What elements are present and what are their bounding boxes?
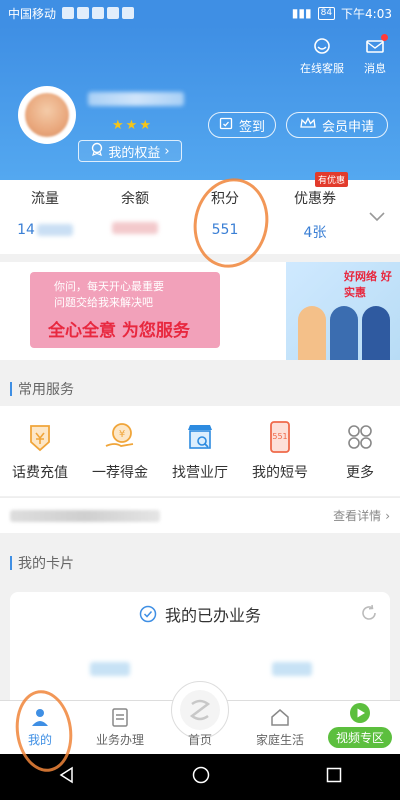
service-more[interactable]: 更多 bbox=[320, 406, 400, 496]
chevron-right-icon: › bbox=[385, 508, 390, 523]
banner-line-2: 问题交给我来解决吧 bbox=[54, 296, 153, 309]
stat-label: 优惠券 bbox=[294, 191, 336, 207]
signin-label: 签到 bbox=[238, 119, 265, 135]
online-service-label: 在线客服 bbox=[300, 62, 344, 75]
stat-value: 4张 bbox=[303, 225, 327, 241]
view-details-label: 查看详情 bbox=[333, 509, 382, 523]
stat-value: 14 bbox=[17, 222, 35, 238]
stat-coupons[interactable]: 有优惠 优惠券 4张 bbox=[270, 172, 360, 254]
service-label: 一荐得金 bbox=[92, 465, 148, 481]
value-redacted bbox=[36, 224, 73, 236]
staff-figure bbox=[330, 306, 358, 360]
chevron-right-icon: › bbox=[164, 143, 170, 159]
envelope-icon bbox=[365, 34, 388, 56]
unread-dot bbox=[381, 34, 388, 41]
service-topup[interactable]: 话费充值 bbox=[0, 406, 80, 496]
back-icon[interactable] bbox=[58, 766, 76, 788]
grid-icon bbox=[348, 425, 372, 449]
chevron-down-icon[interactable] bbox=[368, 208, 386, 227]
play-icon bbox=[350, 703, 370, 723]
member-apply-label: 会员申请 bbox=[321, 119, 374, 135]
card-title: 我的已办业务 bbox=[164, 606, 261, 625]
stat-label: 余额 bbox=[121, 191, 149, 207]
my-rights-button[interactable]: 我的权益 › bbox=[78, 140, 182, 162]
coupon-badge: 有优惠 bbox=[314, 172, 348, 187]
crown-icon bbox=[300, 117, 316, 133]
service-find-store[interactable]: 找营业厅 bbox=[160, 406, 240, 496]
tab-label: 首页 bbox=[187, 733, 212, 747]
coin-hand-icon: ¥ bbox=[105, 423, 134, 447]
staff-figure bbox=[362, 306, 390, 360]
status-bar: 中国移动 ▮▮▮ 84 下午4:03 bbox=[0, 0, 400, 26]
signal-icon: ▮▮▮ bbox=[291, 6, 312, 20]
clipboard-icon bbox=[112, 708, 128, 727]
promo-banner[interactable]: 你问，每天开心最重要 问题交给我来解决吧 全心全意 为您服务 好网络 好实惠 bbox=[0, 262, 400, 360]
service-referral[interactable]: ¥ 一荐得金 bbox=[80, 406, 160, 496]
stat-balance[interactable]: 余额 bbox=[90, 180, 180, 254]
notice-text-redacted bbox=[10, 509, 160, 522]
member-stars: ★ ★ ★ bbox=[112, 118, 151, 133]
headset-icon bbox=[312, 36, 332, 56]
card-value-redacted bbox=[90, 662, 130, 676]
member-apply-button[interactable]: 会员申请 bbox=[286, 112, 388, 138]
tab-label: 家庭生活 bbox=[255, 733, 304, 747]
tab-video[interactable]: 视频专区 bbox=[320, 701, 400, 754]
house-icon bbox=[271, 709, 289, 726]
messages-button[interactable]: 消息 bbox=[364, 34, 388, 76]
clock: 下午4:03 bbox=[341, 6, 392, 21]
banner-line-1: 你问，每天开心最重要 bbox=[54, 280, 164, 293]
store-search-icon bbox=[188, 425, 212, 449]
tab-label: 视频专区 bbox=[327, 727, 392, 748]
view-details-link[interactable]: 查看详情 › bbox=[333, 507, 390, 524]
svg-text:551: 551 bbox=[272, 432, 287, 441]
tab-home[interactable]: 首页 bbox=[160, 681, 240, 754]
banner-slogan: 全心全意 为您服务 bbox=[48, 321, 190, 341]
staff-figure bbox=[298, 306, 326, 360]
notice-row[interactable]: 查看详情 › bbox=[0, 497, 400, 533]
messages-label: 消息 bbox=[364, 62, 386, 75]
banner-logo: 好网络 好实惠 bbox=[344, 270, 392, 299]
tab-family[interactable]: 家庭生活 bbox=[240, 701, 320, 754]
service-label: 更多 bbox=[346, 465, 374, 481]
china-mobile-logo-icon bbox=[180, 690, 220, 730]
my-rights-label: 我的权益 bbox=[108, 145, 161, 161]
battery-indicator: 84 bbox=[317, 6, 336, 20]
medal-icon bbox=[90, 142, 104, 160]
service-label: 话费充值 bbox=[12, 465, 68, 481]
avatar[interactable] bbox=[18, 86, 76, 144]
tab-business[interactable]: 业务办理 bbox=[80, 701, 160, 754]
carrier-name: 中国移动 bbox=[8, 6, 57, 21]
service-label: 我的短号 bbox=[252, 465, 308, 481]
online-service-button[interactable]: 在线客服 bbox=[300, 36, 344, 76]
home-circle-icon[interactable] bbox=[192, 766, 210, 788]
signin-button[interactable]: 签到 bbox=[208, 112, 276, 138]
phone-551-icon: 551 bbox=[270, 421, 290, 453]
value-redacted bbox=[112, 222, 158, 234]
common-services-grid: 话费充值 ¥ 一荐得金 找营业厅 551 我的短号 更多 bbox=[0, 406, 400, 496]
my-cards-title: 我的卡片 bbox=[0, 548, 400, 578]
profile-header: 在线客服 消息 ★ ★ ★ 我的权益 › 签到 会员申请 bbox=[0, 26, 400, 180]
username-redacted bbox=[88, 92, 184, 106]
stat-label: 流量 bbox=[31, 191, 59, 207]
stat-data-usage[interactable]: 流量 14 bbox=[0, 180, 90, 254]
calendar-check-icon bbox=[219, 116, 233, 134]
notification-app-icons bbox=[62, 7, 135, 19]
recents-icon[interactable] bbox=[326, 767, 342, 787]
tab-label: 业务办理 bbox=[95, 733, 144, 747]
svg-text:¥: ¥ bbox=[119, 429, 125, 440]
refresh-icon[interactable] bbox=[360, 604, 378, 626]
service-short-number[interactable]: 551 我的短号 bbox=[240, 406, 320, 496]
wallet-icon bbox=[30, 425, 50, 452]
service-label: 找营业厅 bbox=[172, 465, 228, 481]
common-services-title: 常用服务 bbox=[0, 374, 400, 404]
card-value-redacted bbox=[272, 662, 312, 676]
check-circle-icon bbox=[139, 605, 157, 623]
